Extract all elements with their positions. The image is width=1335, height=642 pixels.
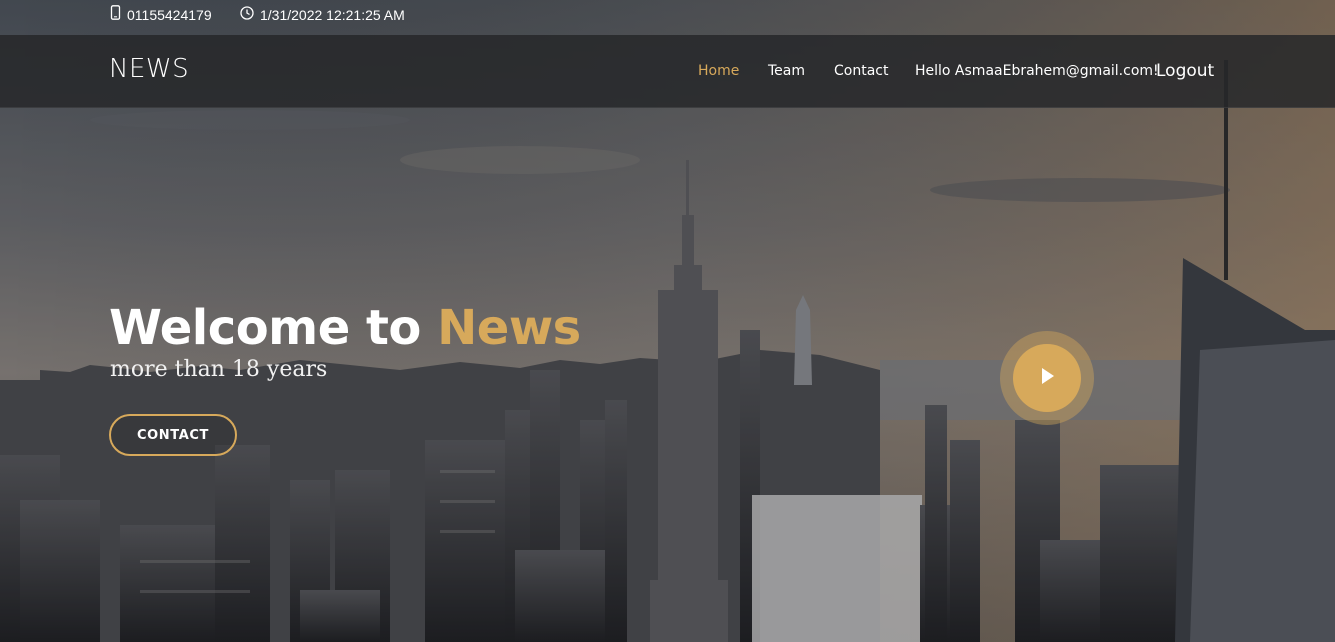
- current-datetime: 1/31/2022 12:21:25 AM: [260, 7, 405, 23]
- nav-item-contact: Contact: [834, 35, 888, 107]
- nav-link-contact[interactable]: Contact: [834, 63, 888, 79]
- user-greeting: Hello AsmaaEbrahem@gmail.com!: [915, 63, 1159, 79]
- contact-button[interactable]: CONTACT: [109, 414, 237, 456]
- site-logo[interactable]: NEWS: [109, 54, 189, 84]
- phone-number: 01155424179: [127, 7, 212, 23]
- hero-title-prefix: Welcome to: [109, 300, 438, 356]
- hero-title-accent: News: [437, 300, 581, 356]
- main-navbar: NEWS Home Team Contact Hello AsmaaEbrahe…: [0, 35, 1335, 108]
- hero-title: Welcome to News: [109, 300, 581, 356]
- nav-link-team[interactable]: Team: [768, 63, 805, 79]
- datetime-info: 1/31/2022 12:21:25 AM: [240, 0, 405, 30]
- play-icon: [1039, 367, 1055, 390]
- hero-subtitle: more than 18 years: [110, 357, 328, 382]
- top-info-bar: 01155424179 1/31/2022 12:21:25 AM: [0, 0, 1335, 35]
- nav-item-home: Home: [698, 35, 739, 107]
- nav-item-team: Team: [768, 35, 805, 107]
- nav-item-logout: Logout: [1156, 35, 1214, 107]
- mobile-phone-icon: [110, 0, 121, 30]
- play-video-button[interactable]: [1000, 331, 1094, 425]
- phone-info: 01155424179: [110, 0, 212, 30]
- clock-icon: [240, 0, 254, 30]
- play-button-core[interactable]: [1013, 344, 1081, 412]
- logout-link[interactable]: Logout: [1156, 61, 1214, 81]
- nav-link-home[interactable]: Home: [698, 63, 739, 79]
